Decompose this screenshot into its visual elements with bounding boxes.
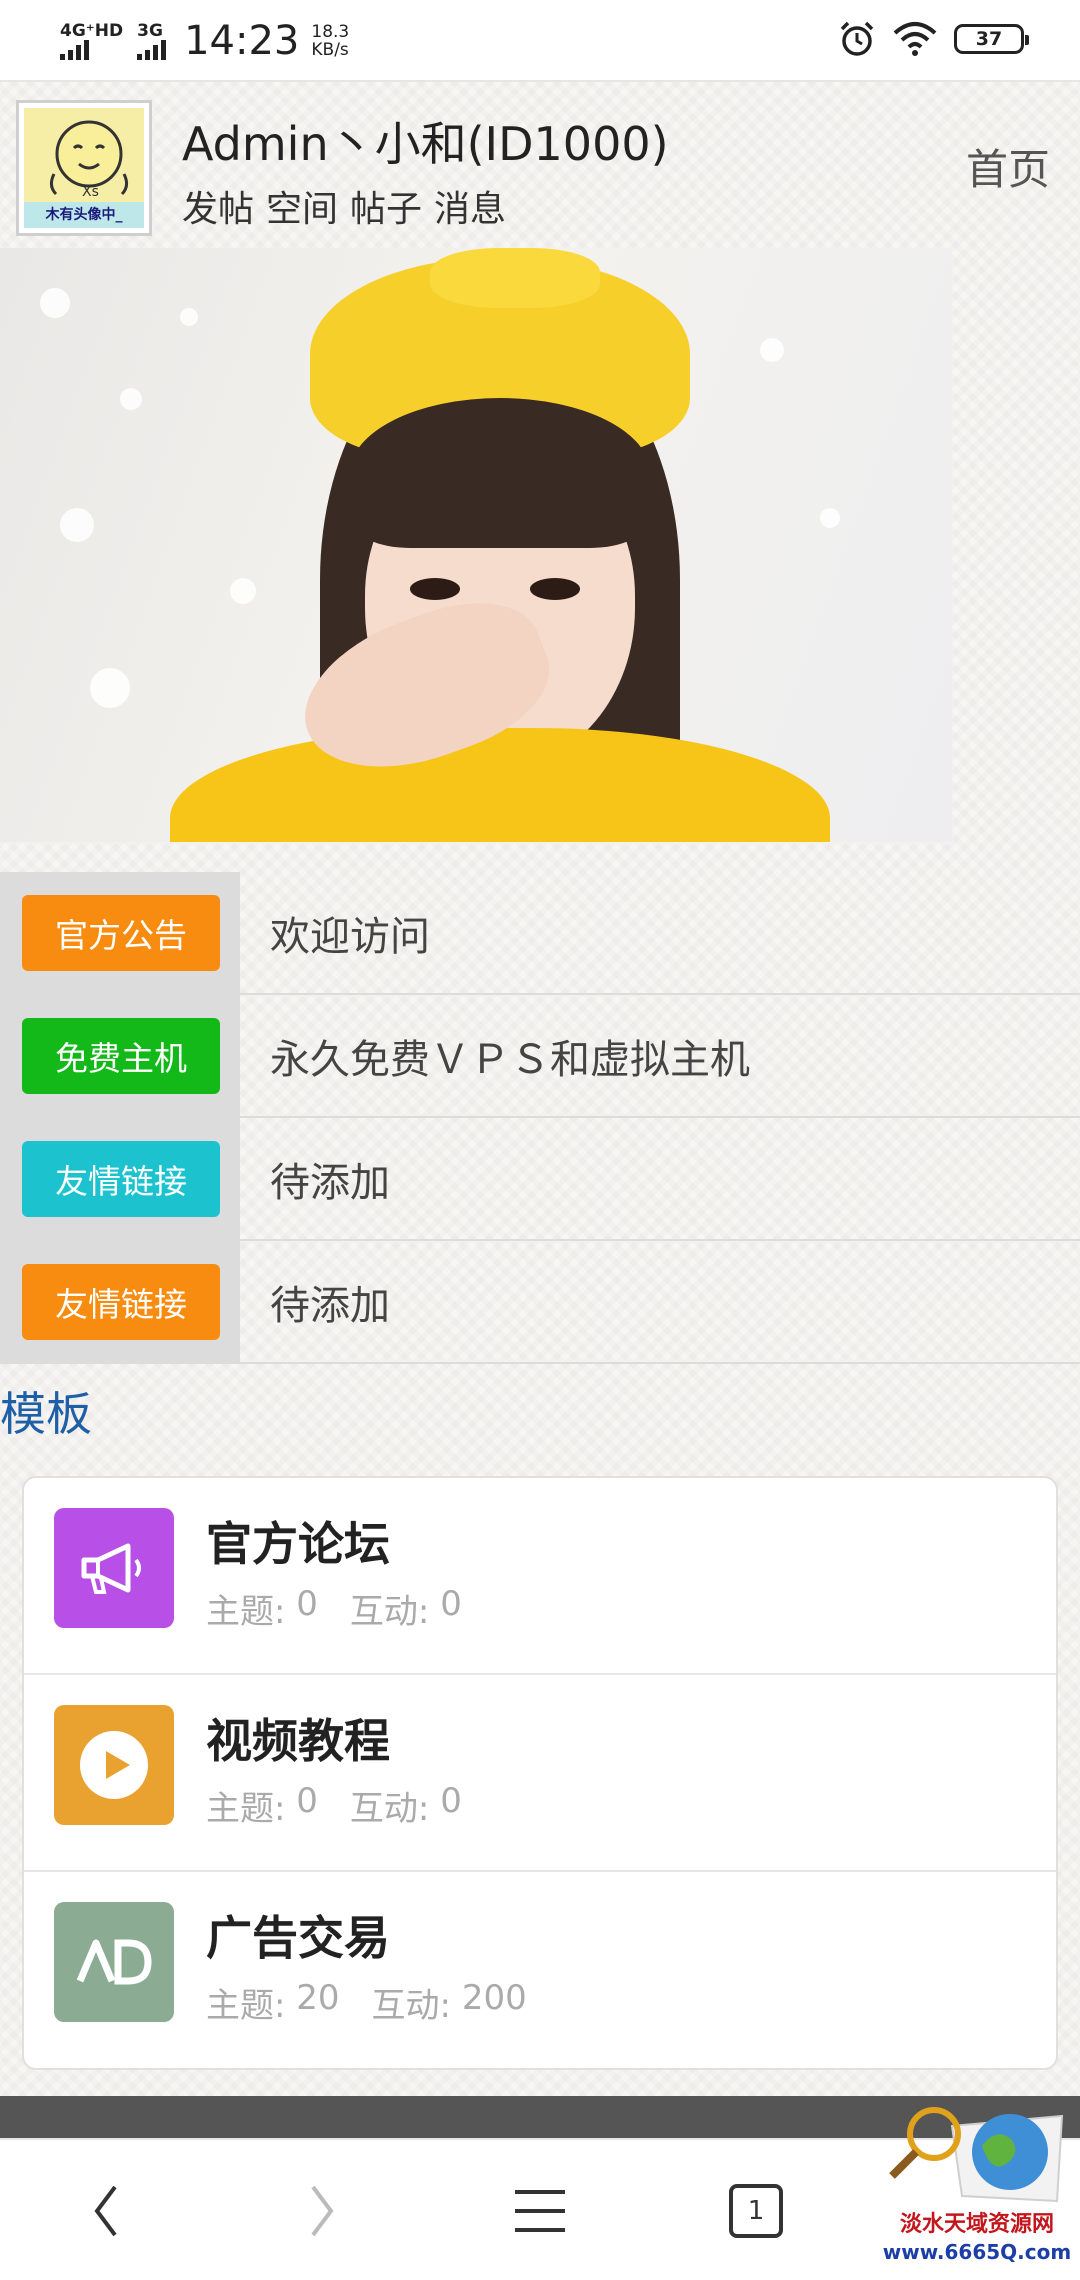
clock: 14:23: [184, 18, 300, 64]
avatar-smiley-icon: Xs: [49, 120, 129, 200]
forum-item[interactable]: 官方论坛 主题: 0 互动: 0: [24, 1478, 1056, 1675]
notice-text[interactable]: 永久免费ＶＰＳ和虚拟主机: [240, 1027, 750, 1085]
notice-row[interactable]: 官方公告 欢迎访问: [0, 872, 1080, 995]
watermark-url: www.6665Q.com: [882, 2240, 1072, 2264]
forum-stats: 主题: 0 互动: 0: [206, 1584, 494, 1633]
topics-label: 主题:: [206, 1986, 286, 2026]
svg-text:Xs: Xs: [82, 184, 99, 200]
watermark-logo: 淡水天域资源网 www.6665Q.com: [882, 2096, 1072, 2280]
globe-magnifier-icon: [889, 2107, 1064, 2203]
network-speed-unit: KB/s: [311, 40, 349, 60]
topics-count: 0: [296, 1584, 318, 1624]
forum-stats: 主题: 0 互动: 0: [206, 1781, 494, 1830]
network-speed-value: 18.3: [311, 22, 350, 42]
nav-post-link[interactable]: 发帖: [182, 180, 254, 232]
user-header: Xs 木有头像中_ Admin丶小和(ID1000) 发帖 空间 帖子 消息 首…: [0, 84, 1080, 244]
user-nav: 发帖 空间 帖子 消息: [182, 180, 506, 232]
nav-posts-link[interactable]: 帖子: [350, 180, 422, 232]
signal-bars-icon: [137, 40, 167, 60]
replies-label: 互动:: [349, 1592, 430, 1632]
network-4g-indicator: 4G⁺HD: [60, 22, 123, 60]
chevron-left-icon: [94, 2185, 117, 2237]
avatar[interactable]: Xs 木有头像中_: [16, 100, 152, 236]
replies-label: 互动:: [349, 1789, 430, 1829]
forum-stats: 主题: 20 互动: 200: [206, 1978, 559, 2027]
notice-text[interactable]: 待添加: [240, 1273, 390, 1331]
notice-row[interactable]: 友情链接 待添加: [0, 1241, 1080, 1364]
home-link[interactable]: 首页: [966, 136, 1050, 197]
tab-count: 1: [729, 2184, 783, 2238]
notice-text[interactable]: 待添加: [240, 1150, 390, 1208]
signal-bars-icon: [60, 40, 89, 60]
menu-icon: [515, 2190, 565, 2232]
wifi-icon: [893, 22, 937, 56]
notice-text[interactable]: 欢迎访问: [240, 904, 430, 962]
network-3g-indicator: 3G: [137, 21, 167, 60]
forum-item[interactable]: 广告交易 主题: 20 互动: 200: [24, 1872, 1056, 2069]
megaphone-icon: [54, 1508, 174, 1628]
play-icon: [54, 1705, 174, 1825]
topics-count: 0: [296, 1781, 318, 1821]
replies-count: 200: [461, 1978, 527, 2018]
banner-image[interactable]: [0, 248, 952, 842]
battery-icon: 37: [954, 24, 1029, 54]
watermark-text: 淡水天域资源网: [899, 2211, 1054, 2237]
nav-messages-link[interactable]: 消息: [434, 180, 506, 232]
section-title[interactable]: 模板: [0, 1378, 92, 1444]
chevron-right-icon: [311, 2185, 334, 2237]
notice-row[interactable]: 友情链接 待添加: [0, 1118, 1080, 1241]
forum-name[interactable]: 视频教程: [206, 1705, 390, 1771]
notice-tag: 友情链接: [22, 1140, 220, 1217]
replies-count: 0: [440, 1584, 462, 1624]
topics-label: 主题:: [206, 1592, 286, 1632]
tabs-button[interactable]: 1: [706, 2166, 806, 2256]
forum-list: 官方论坛 主题: 0 互动: 0 视频教程 主题: 0 互动: 0 广告交易 主…: [22, 1476, 1058, 2070]
topics-label: 主题:: [206, 1789, 286, 1829]
network-3g-label: 3G: [137, 21, 163, 41]
forward-button[interactable]: [272, 2166, 372, 2256]
forum-item[interactable]: 视频教程 主题: 0 互动: 0: [24, 1675, 1056, 1872]
notice-list: 官方公告 欢迎访问 免费主机 永久免费ＶＰＳ和虚拟主机 友情链接 待添加 友情链…: [0, 872, 1080, 1364]
forum-name[interactable]: 广告交易: [206, 1902, 390, 1968]
forum-name[interactable]: 官方论坛: [206, 1508, 390, 1574]
notice-tag: 免费主机: [22, 1017, 220, 1094]
alarm-icon: [840, 21, 874, 56]
network-speed: 18.3 KB/s: [311, 23, 349, 59]
replies-label: 互动:: [371, 1986, 452, 2026]
avatar-caption: 木有头像中_: [24, 202, 144, 228]
status-bar: 4G⁺HD 3G 14:23 18.3 KB/s 37: [0, 0, 1080, 82]
menu-button[interactable]: [490, 2166, 590, 2256]
notice-tag: 官方公告: [22, 894, 220, 971]
topics-count: 20: [296, 1978, 340, 2018]
battery-level: 37: [975, 28, 1003, 50]
nav-space-link[interactable]: 空间: [266, 180, 338, 232]
replies-count: 0: [440, 1781, 462, 1821]
network-4g-label: 4G⁺HD: [60, 21, 124, 41]
back-button[interactable]: [56, 2166, 156, 2256]
username[interactable]: Admin丶小和(ID1000): [182, 108, 669, 174]
notice-tag: 友情链接: [22, 1263, 220, 1340]
ad-icon: [54, 1902, 174, 2022]
notice-row[interactable]: 免费主机 永久免费ＶＰＳ和虚拟主机: [0, 995, 1080, 1118]
